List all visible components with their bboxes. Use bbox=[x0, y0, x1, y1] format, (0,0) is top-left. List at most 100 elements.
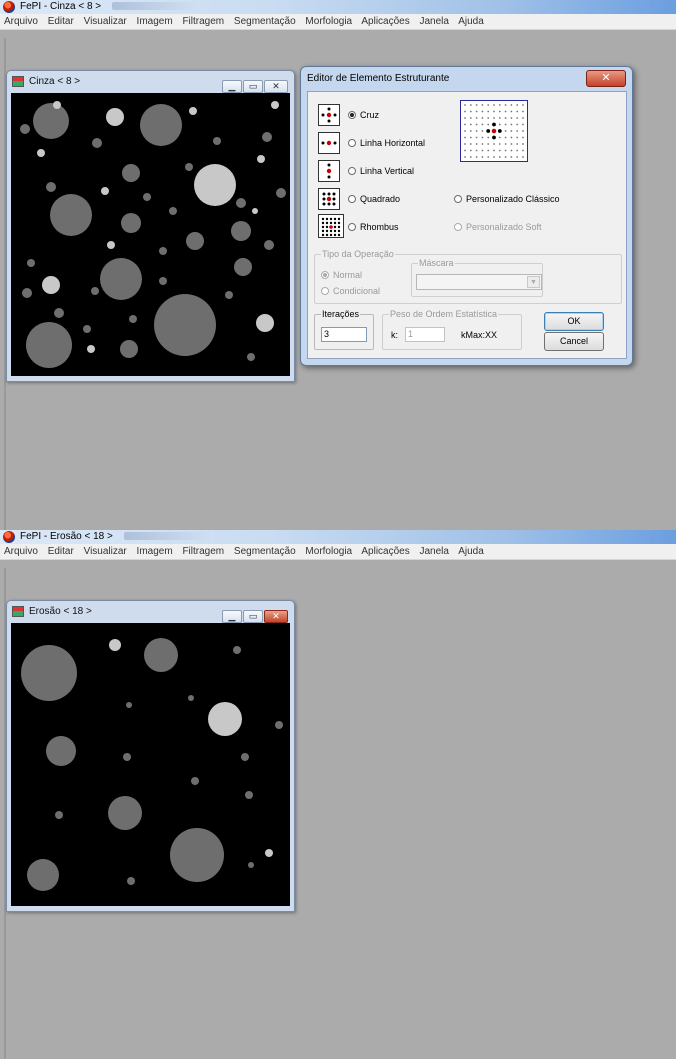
preview-dot bbox=[469, 130, 472, 132]
radio-condicional: Condicional bbox=[321, 281, 380, 303]
menu-segmentacao[interactable]: Segmentação bbox=[234, 16, 296, 27]
radio-normal-label: Normal bbox=[333, 270, 363, 280]
image-canvas-cinza[interactable] bbox=[11, 93, 290, 376]
close-icon[interactable]: ✕ bbox=[264, 80, 288, 93]
preview-dot bbox=[522, 136, 524, 139]
menu-janela[interactable]: Janela bbox=[420, 16, 449, 27]
app-title-bar[interactable]: FePI - Erosão < 18 > bbox=[0, 530, 676, 544]
cancel-button[interactable]: Cancel bbox=[544, 332, 604, 351]
radio-personalizado-classico[interactable]: Personalizado Clássico bbox=[454, 189, 560, 211]
dialog-close-button[interactable]: ✕ bbox=[586, 70, 626, 87]
minimize-icon[interactable]: ▁ bbox=[222, 80, 242, 93]
preview-dot bbox=[464, 130, 466, 132]
iterations-group: Iterações 3 bbox=[314, 308, 374, 350]
preview-dot bbox=[493, 110, 495, 113]
preview-dot bbox=[522, 143, 524, 145]
menu-segmentacao[interactable]: Segmentação bbox=[234, 546, 296, 557]
image-window-cinza[interactable]: Cinza < 8 > ▁ ▭ ✕ bbox=[6, 70, 295, 382]
preview-dot bbox=[475, 136, 478, 139]
preview-dot bbox=[469, 104, 472, 106]
app-window-top: FePI - Cinza < 8 > Arquivo Editar Visual… bbox=[0, 0, 676, 30]
radio-cruz[interactable]: Cruz bbox=[348, 105, 379, 127]
menu-morfologia[interactable]: Morfologia bbox=[305, 16, 352, 27]
preview-dot bbox=[481, 110, 484, 113]
radio-linha-vertical[interactable]: Linha Vertical bbox=[348, 161, 414, 183]
close-icon[interactable]: ✕ bbox=[264, 610, 288, 623]
preview-dot bbox=[516, 149, 519, 152]
menu-aplicacoes[interactable]: Aplicações bbox=[361, 16, 409, 27]
cruz-shape-icon[interactable] bbox=[318, 104, 340, 126]
preview-dot bbox=[464, 136, 466, 139]
image-canvas-erosao[interactable] bbox=[11, 623, 290, 906]
app-title-bar[interactable]: FePI - Cinza < 8 > bbox=[0, 0, 676, 14]
radio-rhombus-label: Rhombus bbox=[360, 222, 399, 232]
preview-dot bbox=[498, 117, 501, 119]
iterations-label: Iterações bbox=[321, 308, 361, 320]
menu-ajuda[interactable]: Ajuda bbox=[458, 16, 484, 27]
preview-dot bbox=[464, 143, 466, 145]
menu-editar[interactable]: Editar bbox=[48, 16, 74, 27]
mask-group: Máscara ▼ bbox=[411, 257, 543, 297]
blurred-title-region bbox=[123, 532, 214, 541]
preview-dot bbox=[498, 143, 501, 145]
menu-imagem[interactable]: Imagem bbox=[137, 16, 173, 27]
menu-editar[interactable]: Editar bbox=[48, 546, 74, 557]
image-window-title-bar[interactable]: Cinza < 8 > ▁ ▭ ✕ bbox=[7, 71, 294, 93]
radio-quadrado-label: Quadrado bbox=[360, 194, 401, 204]
preview-dot bbox=[464, 156, 466, 158]
menu-imagem[interactable]: Imagem bbox=[137, 546, 173, 557]
preview-dot bbox=[498, 149, 501, 152]
minimize-icon[interactable]: ▁ bbox=[222, 610, 242, 623]
preview-dot bbox=[475, 130, 478, 132]
menu-visualizar[interactable]: Visualizar bbox=[84, 546, 127, 557]
preview-dot bbox=[516, 143, 519, 145]
image-window-title: Cinza < 8 > bbox=[29, 76, 81, 87]
window-controls: ▁ ▭ ✕ bbox=[221, 76, 288, 93]
preview-dot bbox=[510, 143, 513, 145]
preview-dot bbox=[510, 130, 513, 132]
preview-dot bbox=[504, 110, 507, 113]
preview-dot bbox=[464, 149, 466, 152]
menu-arquivo[interactable]: Arquivo bbox=[4, 16, 38, 27]
menu-janela[interactable]: Janela bbox=[420, 546, 449, 557]
dialog-title-bar[interactable]: Editor de Elemento Estruturante ✕ bbox=[301, 67, 632, 91]
preview-dot bbox=[504, 130, 507, 132]
preview-dot bbox=[510, 110, 513, 113]
preview-dot bbox=[464, 104, 466, 106]
maximize-icon[interactable]: ▭ bbox=[243, 610, 263, 623]
menu-aplicacoes[interactable]: Aplicações bbox=[361, 546, 409, 557]
preview-dot bbox=[493, 156, 495, 158]
preview-dot bbox=[504, 156, 507, 158]
menu-morfologia[interactable]: Morfologia bbox=[305, 546, 352, 557]
image-window-title-bar[interactable]: Erosão < 18 > ▁ ▭ ✕ bbox=[7, 601, 294, 623]
linha-vertical-shape-icon[interactable] bbox=[318, 160, 340, 182]
preview-dot bbox=[522, 149, 524, 152]
image-window-erosao[interactable]: Erosão < 18 > ▁ ▭ ✕ bbox=[6, 600, 295, 912]
preview-dot bbox=[469, 110, 472, 113]
structuring-element-preview[interactable] bbox=[460, 100, 528, 162]
menu-ajuda[interactable]: Ajuda bbox=[458, 546, 484, 557]
preview-dot bbox=[487, 117, 490, 119]
ok-button[interactable]: OK bbox=[544, 312, 604, 331]
rhombus-shape-icon[interactable] bbox=[318, 214, 344, 238]
quadrado-shape-icon[interactable] bbox=[318, 188, 340, 210]
radio-personalizado-classico-label: Personalizado Clássico bbox=[466, 194, 560, 204]
menu-visualizar[interactable]: Visualizar bbox=[84, 16, 127, 27]
menu-arquivo[interactable]: Arquivo bbox=[4, 546, 38, 557]
radio-quadrado[interactable]: Quadrado bbox=[348, 189, 400, 211]
grayscale-circles-image bbox=[11, 93, 290, 376]
structuring-element-editor-dialog[interactable]: Editor de Elemento Estruturante ✕ Cruz L… bbox=[300, 66, 633, 366]
radio-linha-horizontal[interactable]: Linha Horizontal bbox=[348, 133, 425, 155]
radio-rhombus[interactable]: Rhombus bbox=[348, 217, 399, 239]
preview-dot bbox=[481, 117, 484, 119]
dialog-title: Editor de Elemento Estruturante bbox=[307, 73, 450, 84]
iterations-input[interactable]: 3 bbox=[321, 327, 367, 342]
preview-dot bbox=[510, 104, 513, 106]
menu-filtragem[interactable]: Filtragem bbox=[182, 546, 224, 557]
preview-dot bbox=[469, 149, 472, 152]
preview-dot bbox=[481, 123, 484, 126]
maximize-icon[interactable]: ▭ bbox=[243, 80, 263, 93]
menu-filtragem[interactable]: Filtragem bbox=[182, 16, 224, 27]
radio-indicator bbox=[321, 270, 329, 279]
linha-horizontal-shape-icon[interactable] bbox=[318, 132, 340, 154]
